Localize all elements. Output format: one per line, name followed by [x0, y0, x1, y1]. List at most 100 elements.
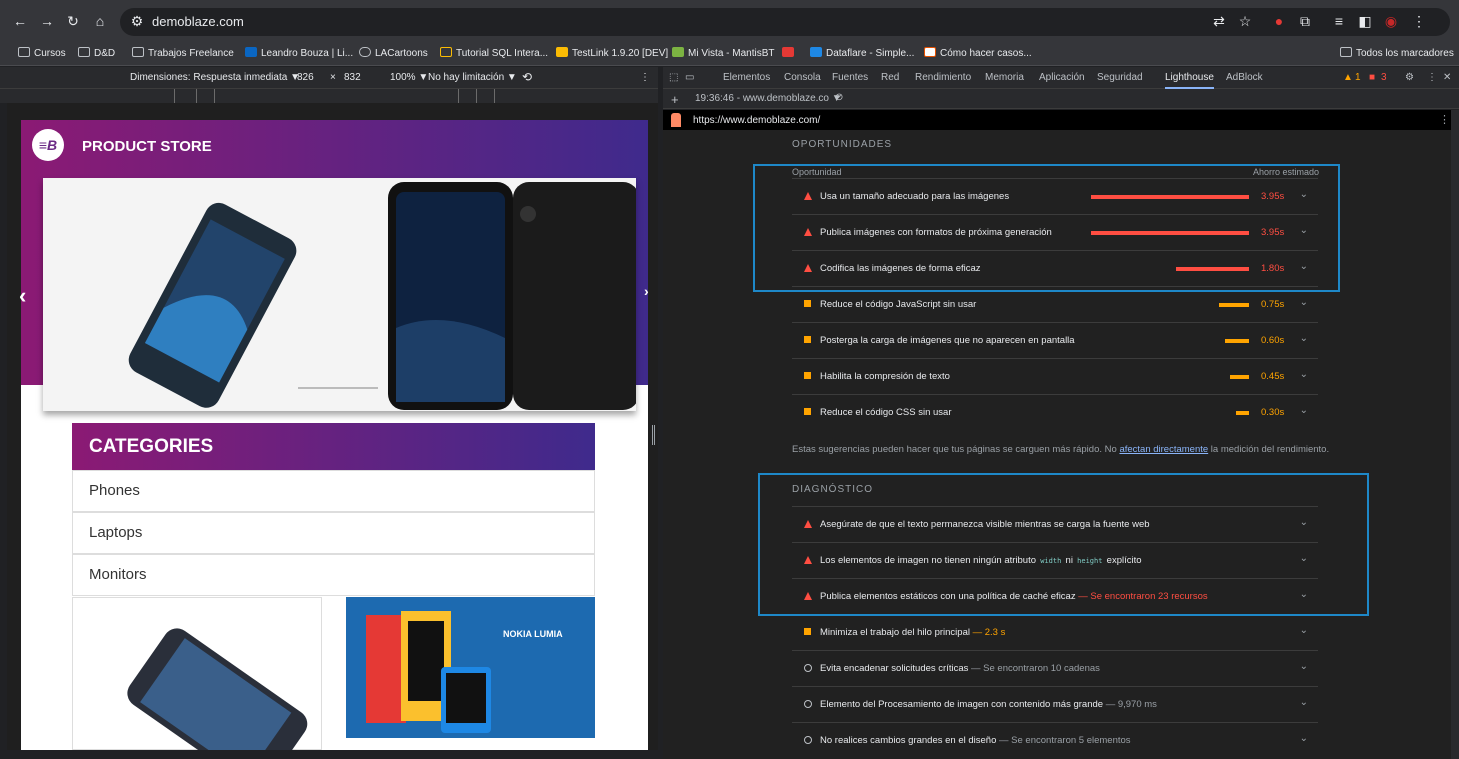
- carousel-prev-icon[interactable]: ‹: [19, 283, 26, 309]
- carousel-next-icon[interactable]: ›: [644, 283, 649, 299]
- bookmark-linkedin[interactable]: Leandro Bouza | Li...: [245, 47, 353, 59]
- chevron-down-icon[interactable]: ⌄: [1300, 733, 1308, 744]
- chevron-down-icon[interactable]: ⌄: [1300, 697, 1308, 708]
- rotate-icon[interactable]: ⟲: [522, 70, 532, 84]
- bookmark-freelance[interactable]: Trabajos Freelance: [132, 47, 234, 59]
- bookmark-all[interactable]: Todos los marcadores: [1340, 47, 1454, 59]
- product-carousel[interactable]: [43, 178, 639, 411]
- report-url[interactable]: https://www.demoblaze.com/: [693, 115, 820, 126]
- chevron-down-icon[interactable]: ⌄: [1300, 625, 1308, 636]
- average-square-icon: [804, 628, 811, 635]
- savings-value: 0.75s: [1261, 299, 1285, 310]
- diagnostic-row[interactable]: Elemento del Procesamiento de imagen con…: [792, 686, 1318, 722]
- forward-icon[interactable]: →: [37, 11, 57, 31]
- category-laptops[interactable]: Laptops: [72, 512, 595, 554]
- product-card-nokia[interactable]: NOKIA LUMIA: [346, 597, 595, 738]
- lighthouse-toolbar: + 19:36:46 - www.demoblaze.co ▼ ⊘: [663, 89, 1459, 109]
- zoom-select[interactable]: 100% ▼: [390, 72, 428, 83]
- chevron-down-icon[interactable]: ⌄: [1300, 333, 1308, 344]
- devtools-menu-icon[interactable]: ⋮: [1427, 72, 1437, 83]
- new-report-icon[interactable]: +: [671, 92, 679, 107]
- youtube-icon: [782, 47, 794, 57]
- tab-rendimiento[interactable]: Rendimiento: [915, 72, 971, 83]
- bookmark-testlink[interactable]: TestLink 1.9.20 [DEV]: [556, 47, 668, 59]
- folder-icon: [18, 47, 30, 57]
- affect-directly-link[interactable]: afectan directamente: [1119, 444, 1208, 455]
- side-panel-icon[interactable]: ◧: [1356, 13, 1374, 30]
- settings-gear-icon[interactable]: ⚙: [1405, 72, 1414, 83]
- bookmark-dataflare[interactable]: Dataflare - Simple...: [810, 47, 914, 59]
- bookmark-cursos[interactable]: Cursos: [18, 47, 66, 59]
- tab-lighthouse[interactable]: Lighthouse: [1165, 72, 1214, 89]
- category-monitors[interactable]: Monitors: [72, 554, 595, 596]
- bookmark-sql[interactable]: Tutorial SQL Intera...: [440, 47, 548, 59]
- error-icon[interactable]: ■: [1369, 72, 1375, 83]
- opportunity-row[interactable]: Posterga la carga de imágenes que no apa…: [792, 322, 1318, 358]
- category-phones[interactable]: Phones: [72, 470, 595, 512]
- height-input[interactable]: 832: [344, 72, 361, 83]
- extensions-puzzle-icon[interactable]: ⧉: [1296, 13, 1314, 30]
- profile-avatar-icon[interactable]: ◉: [1382, 13, 1400, 30]
- store-logo-icon[interactable]: ≡B: [32, 129, 64, 161]
- device-menu-icon[interactable]: ⋮: [640, 72, 650, 83]
- tab-fuentes[interactable]: Fuentes: [832, 72, 868, 83]
- chevron-down-icon[interactable]: ⌄: [1300, 661, 1308, 672]
- savings-bar: [1219, 303, 1249, 307]
- site-info-icon[interactable]: ⚙: [128, 13, 146, 30]
- clear-icon[interactable]: ⊘: [835, 92, 843, 103]
- reading-list-icon[interactable]: ≡: [1330, 13, 1348, 29]
- home-icon[interactable]: ⌂: [90, 11, 110, 31]
- report-menu-icon[interactable]: ⋮: [1439, 113, 1450, 126]
- tab-seguridad[interactable]: Seguridad: [1097, 72, 1143, 83]
- chevron-down-icon[interactable]: ⌄: [1300, 369, 1308, 380]
- tab-consola[interactable]: Consola: [784, 72, 821, 83]
- bookmark-youtube[interactable]: [782, 47, 798, 59]
- extension-icon[interactable]: ●: [1270, 13, 1288, 29]
- product-card-samsung[interactable]: [72, 597, 322, 750]
- highlight-box-opportunities: [753, 164, 1340, 292]
- opportunities-title: OPORTUNIDADES: [792, 139, 893, 150]
- tab-memoria[interactable]: Memoria: [985, 72, 1024, 83]
- folder-icon: [132, 47, 144, 57]
- report-select[interactable]: 19:36:46 - www.demoblaze.co ▼: [695, 93, 842, 104]
- opportunity-row[interactable]: Habilita la compresión de texto 0.45s ⌄: [792, 358, 1318, 394]
- close-icon[interactable]: ✕: [1443, 72, 1451, 83]
- doc-icon: [924, 47, 936, 57]
- dimensions-select[interactable]: Dimensiones: Respuesta inmediata ▼: [130, 72, 300, 83]
- throttle-select[interactable]: No hay limitación ▼: [428, 72, 517, 83]
- bookmark-lacartoons[interactable]: LACartoons: [359, 47, 428, 59]
- chevron-down-icon[interactable]: ⌄: [1300, 405, 1308, 416]
- reload-icon[interactable]: ↻: [63, 11, 83, 31]
- bookmark-dnd[interactable]: D&D: [78, 47, 115, 59]
- average-square-icon: [804, 336, 811, 343]
- diagnostic-row[interactable]: Minimiza el trabajo del hilo principal —…: [792, 614, 1318, 650]
- store-name[interactable]: PRODUCT STORE: [82, 138, 212, 155]
- tab-adblock[interactable]: AdBlock: [1226, 72, 1263, 83]
- categories-header[interactable]: CATEGORIES: [72, 423, 595, 470]
- tab-red[interactable]: Red: [881, 72, 899, 83]
- tab-elementos[interactable]: Elementos: [723, 72, 770, 83]
- diagnostic-row[interactable]: No realices cambios grandes en el diseño…: [792, 722, 1318, 758]
- back-icon[interactable]: ←: [10, 11, 30, 31]
- bookmark-star-icon[interactable]: ☆: [1236, 13, 1254, 30]
- bookmark-mantis[interactable]: Mi Vista - MantisBT: [672, 47, 775, 59]
- device-toggle-icon[interactable]: ▭: [685, 72, 694, 83]
- scrollbar[interactable]: [1451, 110, 1459, 759]
- folder-icon: [1340, 47, 1352, 57]
- savings-bar: [1236, 411, 1249, 415]
- translate-icon[interactable]: ⇄: [1210, 13, 1228, 30]
- lighthouse-icon: [671, 113, 681, 127]
- diagnostic-row[interactable]: Evita encadenar solicitudes críticas — S…: [792, 650, 1318, 686]
- width-input[interactable]: 826: [297, 72, 314, 83]
- bookmark-casos[interactable]: Cómo hacer casos...: [924, 47, 1032, 59]
- address-bar[interactable]: ⚙ demoblaze.com ⇄ ☆ ● ⧉ ≡ ◧ ◉ ⋮: [120, 8, 1450, 36]
- pane-splitter[interactable]: [652, 425, 655, 445]
- opportunity-row[interactable]: Reduce el código CSS sin usar 0.30s ⌄: [792, 394, 1318, 430]
- warning-icon[interactable]: ▲: [1343, 72, 1353, 83]
- inspect-icon[interactable]: ⬚: [669, 72, 678, 83]
- chevron-down-icon[interactable]: ⌄: [1300, 297, 1308, 308]
- tab-aplicacion[interactable]: Aplicación: [1039, 72, 1085, 83]
- opportunity-label: Habilita la compresión de texto: [820, 371, 950, 382]
- menu-kebab-icon[interactable]: ⋮: [1410, 13, 1428, 30]
- diagnostic-label: Evita encadenar solicitudes críticas — S…: [820, 663, 1100, 674]
